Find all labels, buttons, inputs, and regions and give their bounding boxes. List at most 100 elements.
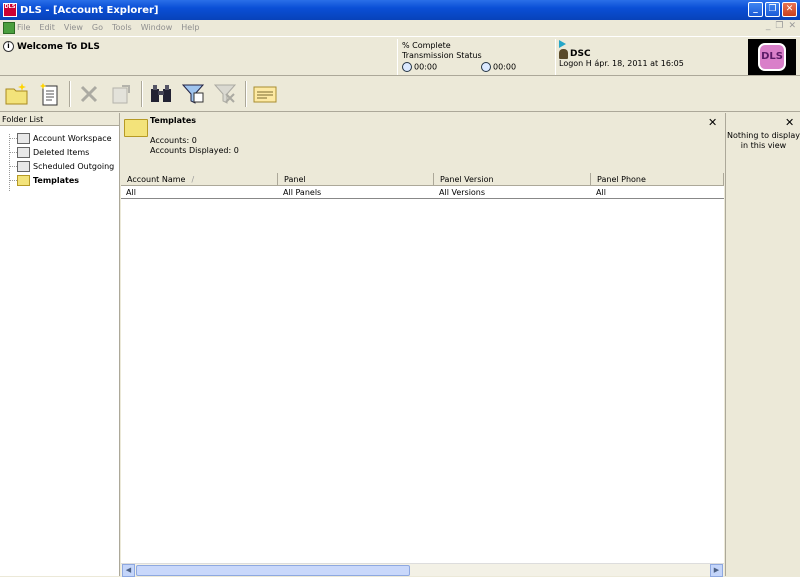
account-name: DSC xyxy=(570,49,591,59)
new-folder-button[interactable] xyxy=(4,81,30,107)
column-header-panel[interactable]: Panel xyxy=(278,173,434,185)
accounts-count: Accounts: 0 xyxy=(150,136,197,145)
restore-button[interactable]: ❐ xyxy=(765,2,780,17)
binoculars-icon xyxy=(151,85,171,102)
percent-complete-label: % Complete xyxy=(402,41,451,50)
menu-help[interactable]: Help xyxy=(181,23,199,32)
folder-label: Deleted Items xyxy=(33,147,90,157)
preview-pane: ✕ Nothing to display in this view xyxy=(725,113,800,576)
timer-remaining: 00:00 xyxy=(481,62,516,72)
column-header-panel-version[interactable]: Panel Version xyxy=(434,173,591,185)
sort-indicator: / xyxy=(191,175,195,184)
cell-panel: All Panels xyxy=(283,188,322,197)
accounts-displayed: Accounts Displayed: 0 xyxy=(150,146,239,155)
table-header: Account Name / Panel Panel Version Panel … xyxy=(121,173,724,186)
main-pane: Templates Accounts: 0 Accounts Displayed… xyxy=(121,113,724,577)
play-icon[interactable] xyxy=(559,40,566,48)
column-header-account-name[interactable]: Account Name / xyxy=(121,173,278,185)
menu-window[interactable]: Window xyxy=(141,23,173,32)
properties-button[interactable] xyxy=(108,81,134,107)
mdi-minimize-button[interactable]: _ xyxy=(766,21,771,31)
folder-list-pane: Folder List Account Workspace Deleted It… xyxy=(0,113,120,576)
filter-button[interactable] xyxy=(180,81,206,107)
mdi-close-button[interactable]: ✕ xyxy=(788,21,796,31)
accounts-table: Account Name / Panel Panel Version Panel … xyxy=(121,173,724,199)
folder-deleted-items[interactable]: Deleted Items xyxy=(4,145,119,159)
menu-tools[interactable]: Tools xyxy=(112,23,132,32)
cell-panel-phone: All xyxy=(596,188,606,197)
table-row[interactable]: All All Panels All Versions All xyxy=(121,186,724,199)
divider xyxy=(397,39,398,75)
horizontal-scrollbar[interactable]: ◀ ▶ xyxy=(121,563,724,577)
logo-mark: DLS xyxy=(758,43,786,71)
timer-elapsed-value: 00:00 xyxy=(414,62,438,72)
properties-icon xyxy=(112,85,130,104)
main-header: Templates Accounts: 0 Accounts Displayed… xyxy=(121,113,724,173)
folder-icon xyxy=(124,119,148,137)
deleted-items-icon xyxy=(17,146,30,158)
divider xyxy=(555,39,556,75)
close-button[interactable]: ✕ xyxy=(782,2,797,17)
clear-filter-icon xyxy=(213,84,237,104)
scroll-right-button[interactable]: ▶ xyxy=(710,564,723,577)
folder-icon xyxy=(17,174,30,186)
delete-icon xyxy=(80,85,98,103)
empty-view-message: Nothing to display in this view xyxy=(727,131,800,150)
scroll-thumb[interactable] xyxy=(136,565,410,576)
window-title: DLS - [Account Explorer] xyxy=(20,4,159,16)
mdi-restore-button[interactable]: ❐ xyxy=(775,21,783,31)
scheduled-icon xyxy=(17,160,30,172)
menu-bar: File Edit View Go Tools Window Help _ ❐ … xyxy=(0,20,800,35)
minimize-button[interactable]: _ xyxy=(748,2,763,17)
scroll-left-button[interactable]: ◀ xyxy=(122,564,135,577)
logon-info: Logon H ápr. 18, 2011 at 16:05 xyxy=(559,59,684,68)
clear-filter-button[interactable] xyxy=(212,81,238,107)
folder-templates[interactable]: Templates xyxy=(4,173,119,187)
progress-area: % Complete Transmission Status xyxy=(402,41,482,61)
close-preview-button[interactable]: ✕ xyxy=(785,116,794,129)
folder-account-workspace[interactable]: Account Workspace xyxy=(4,131,119,145)
welcome-area: i Welcome To DLS xyxy=(3,41,100,52)
filter-icon xyxy=(181,84,205,104)
new-account-button[interactable] xyxy=(36,81,62,107)
card-icon xyxy=(253,86,277,103)
toolbar-separator xyxy=(69,81,71,107)
user-icon xyxy=(559,49,568,59)
transmission-status-label: Transmission Status xyxy=(402,51,482,60)
clock-icon xyxy=(402,62,412,72)
close-main-button[interactable]: ✕ xyxy=(708,116,717,129)
menu-file[interactable]: File xyxy=(17,23,30,32)
column-header-panel-phone[interactable]: Panel Phone xyxy=(591,173,724,185)
document-new-icon xyxy=(40,83,58,106)
column-label: Account Name xyxy=(127,175,186,184)
cell-account-name: All xyxy=(126,188,136,197)
menu-go[interactable]: Go xyxy=(92,23,103,32)
workspace-icon xyxy=(17,132,30,144)
folder-list-header: Folder List xyxy=(0,113,119,126)
folder-label: Account Workspace xyxy=(33,133,112,143)
title-bar: DLS DLS - [Account Explorer] _ ❐ ✕ xyxy=(0,0,800,20)
card-button[interactable] xyxy=(252,81,278,107)
toolbar-separator xyxy=(245,81,247,107)
dls-logo: DLS xyxy=(748,39,796,75)
main-title: Templates xyxy=(150,116,197,125)
cell-panel-version: All Versions xyxy=(439,188,486,197)
delete-button[interactable] xyxy=(76,81,102,107)
folder-new-icon xyxy=(5,83,28,105)
account-info: DSC Logon H ápr. 18, 2011 at 16:05 xyxy=(559,40,684,68)
timer-elapsed: 00:00 xyxy=(402,62,437,72)
toolbar xyxy=(0,77,800,112)
info-icon: i xyxy=(3,41,14,52)
app-icon[interactable]: DLS xyxy=(3,3,17,17)
timer-remaining-value: 00:00 xyxy=(493,62,517,72)
menu-edit[interactable]: Edit xyxy=(39,23,55,32)
find-button[interactable] xyxy=(148,81,174,107)
folder-scheduled-outgoing[interactable]: Scheduled Outgoing xyxy=(4,159,119,173)
status-header: i Welcome To DLS % Complete Transmission… xyxy=(0,36,800,76)
document-menu-icon[interactable] xyxy=(3,21,15,34)
toolbar-separator xyxy=(141,81,143,107)
folder-label: Templates xyxy=(33,175,80,185)
clock-refresh-icon xyxy=(481,62,491,72)
folder-label: Scheduled Outgoing xyxy=(33,161,115,171)
menu-view[interactable]: View xyxy=(64,23,83,32)
